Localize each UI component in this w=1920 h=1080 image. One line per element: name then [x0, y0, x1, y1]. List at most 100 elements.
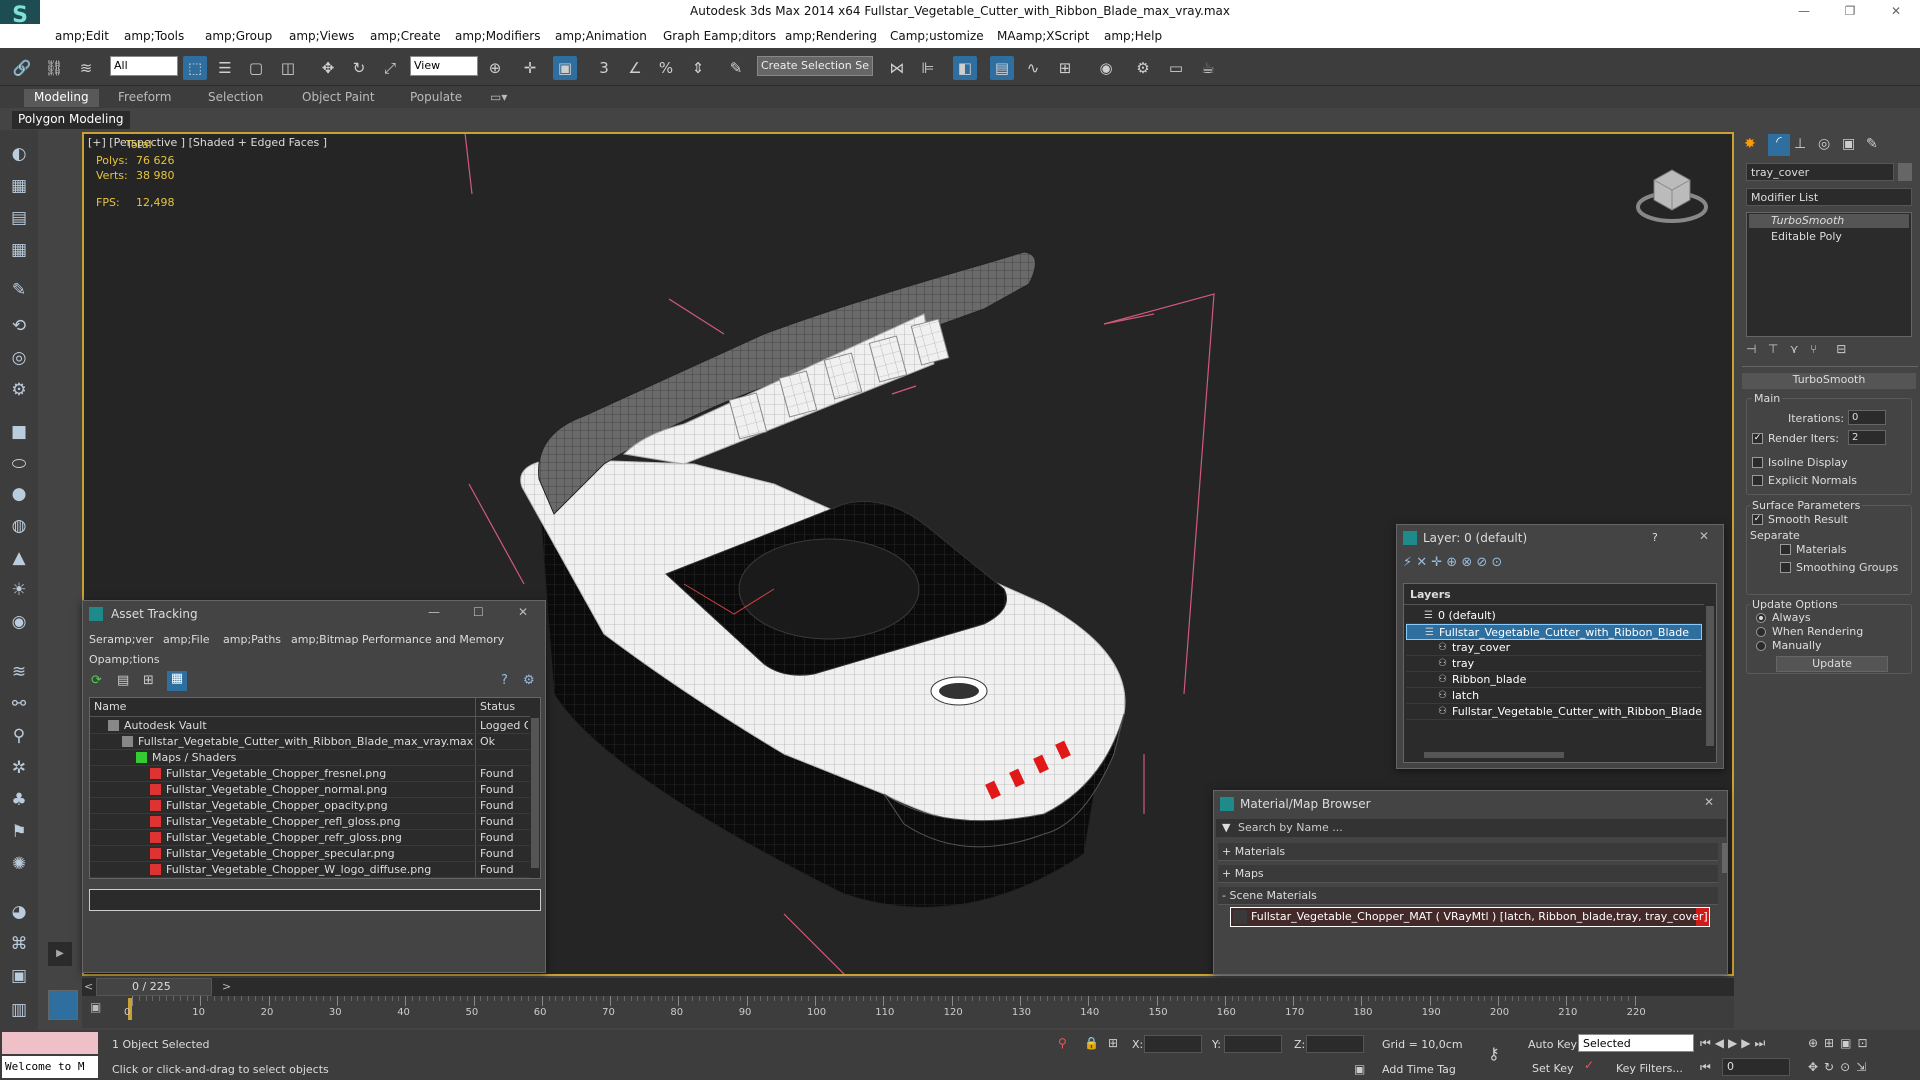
iterations-spinner[interactable]: 0	[1848, 410, 1886, 425]
modify-selection-icon[interactable]: ◐	[7, 142, 31, 166]
table-row[interactable]: Fullstar_Vegetable_Chopper_fresnel.png Fo…	[90, 766, 530, 782]
menu-rendering[interactable]: amp;Rendering	[785, 29, 877, 43]
layer-toolbar-icons[interactable]: ⚡ ✕ ✛ ⊕ ⊗ ⊘ ⊙	[1403, 555, 1603, 575]
table-row[interactable]: Fullstar_Vegetable_Chopper_opacity.png Fo…	[90, 798, 530, 814]
key-filters-button[interactable]: Key Filters...	[1616, 1062, 1683, 1075]
table-row[interactable]: Fullstar_Vegetable_Cutter_with_Ribbon_Bl…	[90, 734, 530, 750]
settings-icon[interactable]: ⚙	[523, 673, 535, 688]
welcome-field[interactable]: Welcome to M	[2, 1056, 98, 1078]
layer-help-icon[interactable]: ?	[1652, 531, 1658, 544]
set-key-icon[interactable]: ⚷	[1488, 1044, 1500, 1063]
table-row[interactable]: Fullstar_Vegetable_Chopper_refr_gloss.pn…	[90, 830, 530, 846]
window-crossing-icon[interactable]: ◫	[276, 56, 300, 80]
asset-menu-server[interactable]: Seramp;ver	[89, 633, 153, 646]
select-object-icon[interactable]: ⬚	[183, 56, 207, 80]
sun-icon[interactable]: ☀	[7, 578, 31, 602]
time-tag-icon[interactable]: ▣	[1354, 1062, 1365, 1076]
table-row[interactable]: Fullstar_Vegetable_Chopper_specular.png F…	[90, 846, 530, 862]
explicit-normals-checkbox[interactable]	[1752, 475, 1763, 486]
mirror-icon[interactable]: ⋈	[885, 56, 909, 80]
menu-create[interactable]: amp;Create	[370, 29, 441, 43]
named-selection-dropdown[interactable]: Create Selection Se	[757, 56, 873, 76]
table-row[interactable]: Fullstar_Vegetable_Chopper_normal.png Fou…	[90, 782, 530, 798]
menu-animation[interactable]: amp;Animation	[555, 29, 647, 43]
unlink-icon[interactable]: ⛓	[42, 56, 66, 80]
layer-row[interactable]: ⚇ tray_cover	[1406, 640, 1702, 656]
column-header-name[interactable]: Name	[94, 700, 126, 713]
menu-modifiers[interactable]: amp;Modifiers	[455, 29, 540, 43]
search-input[interactable]: Search by Name ...	[1238, 821, 1343, 834]
plant-icon[interactable]: ♣	[7, 788, 31, 812]
viewport-icon[interactable]: ▣	[7, 964, 31, 988]
layer-row[interactable]: ⚇ latch	[1406, 688, 1702, 704]
restore-icon[interactable]: ❐	[1840, 4, 1860, 18]
go-to-start-icon[interactable]: ⏮	[1700, 1060, 1711, 1075]
spinner-snap-icon[interactable]: ⇕	[686, 56, 710, 80]
select-by-name-icon[interactable]: ☰	[213, 56, 237, 80]
select-move-icon[interactable]: ✥	[316, 56, 340, 80]
grid-icon[interactable]: ▦	[7, 238, 31, 262]
object-name-field[interactable]: tray_cover	[1746, 163, 1894, 181]
tab-populate[interactable]: Populate	[400, 89, 472, 107]
loop-icon[interactable]: ⟲	[7, 314, 31, 338]
percent-snap-icon[interactable]: %	[654, 56, 678, 80]
menu-group[interactable]: amp;Group	[205, 29, 272, 43]
modify-tab-icon[interactable]: ◜	[1768, 134, 1790, 156]
maxscript-listener-mini[interactable]	[2, 1032, 98, 1054]
stack-tools-icons[interactable]: ⊣ ⊤ ⋎ ⑂ ⊟	[1746, 342, 1912, 362]
select-scale-icon[interactable]: ⤢	[378, 56, 402, 80]
smooth-result-checkbox[interactable]: ✓	[1752, 514, 1763, 525]
biped-icon[interactable]: ⚲	[7, 724, 31, 748]
current-frame-field[interactable]: 0	[1722, 1058, 1790, 1076]
select-rotate-icon[interactable]: ↻	[347, 56, 371, 80]
update-always-radio[interactable]	[1756, 613, 1766, 623]
y-coordinate-field[interactable]	[1224, 1035, 1282, 1053]
set-key-button[interactable]: Set Key	[1532, 1062, 1574, 1075]
curve-editor-icon[interactable]: ∿	[1021, 56, 1045, 80]
expand-arrow-icon[interactable]: ▶	[48, 942, 72, 966]
render-sphere-icon[interactable]: ◕	[7, 900, 31, 924]
align-icon[interactable]: ⊫	[916, 56, 940, 80]
gear-icon[interactable]: ✲	[7, 756, 31, 780]
modifier-list-dropdown[interactable]: Modifier List	[1746, 188, 1912, 206]
render-setup-icon[interactable]: ⚙	[1131, 56, 1155, 80]
object-color-swatch[interactable]	[1898, 163, 1912, 181]
column-header-status[interactable]: Status	[480, 700, 515, 713]
geometry-icon[interactable]: ▦	[7, 174, 31, 198]
absolute-mode-icon[interactable]: ⊞	[1108, 1036, 1118, 1050]
cylinder-icon[interactable]: ⬭	[7, 452, 31, 476]
asset-menu-bitmap[interactable]: amp;Bitmap Performance and Memory	[291, 633, 504, 646]
time-slider-track[interactable]: < 0 / 225 >	[82, 978, 1734, 996]
key-filter-icon[interactable]: ✓	[1584, 1058, 1594, 1072]
asset-scrollbar[interactable]	[531, 718, 539, 868]
time-slider-next-icon[interactable]: >	[222, 980, 231, 993]
update-button[interactable]: Update	[1776, 656, 1888, 672]
track-bar[interactable]: ▣ 0 10 20 30 40 50 60 70 80 90 100 110 120 130 140 150 1…	[82, 996, 1734, 1028]
material-scrollbar[interactable]	[1722, 843, 1728, 873]
update-when-rendering-radio[interactable]	[1756, 627, 1766, 637]
rendered-frame-window-icon[interactable]: ▭	[1164, 56, 1188, 80]
create-tab-icon[interactable]: ✸	[1744, 136, 1756, 152]
keyboard-shortcut-override-icon[interactable]: ▣	[553, 56, 577, 80]
menu-graph-editors[interactable]: Graph Eamp;ditors	[663, 29, 776, 43]
help-icon[interactable]: ?	[501, 673, 508, 688]
list-view-icon[interactable]: ▤	[117, 673, 129, 688]
paint-icon[interactable]: ✎	[7, 278, 31, 302]
stack-item-turbosmooth[interactable]: TurboSmooth	[1749, 214, 1909, 228]
subdivision-icon[interactable]: ⚙	[7, 378, 31, 402]
close-icon[interactable]: ✕	[1886, 4, 1906, 18]
menu-edit[interactable]: amp;Edit	[55, 29, 109, 43]
update-manually-radio[interactable]	[1756, 641, 1766, 651]
link-icon[interactable]: 🔗	[10, 56, 34, 80]
tab-object-paint[interactable]: Object Paint	[292, 89, 385, 107]
material-editor-icon[interactable]: ◉	[1094, 56, 1118, 80]
maximize-icon[interactable]: ☐	[473, 605, 484, 619]
refresh-icon[interactable]: ⟳	[91, 673, 102, 688]
table-row[interactable]: Autodesk Vault Logged O	[90, 718, 530, 734]
graphite-toggle-icon[interactable]: ▤	[990, 56, 1014, 80]
scene-material-item[interactable]: Fullstar_Vegetable_Chopper_MAT ( VRayMtl…	[1230, 907, 1710, 927]
isolate-icon[interactable]: ⚲	[1058, 1036, 1067, 1050]
menu-customize[interactable]: Camp;ustomize	[890, 29, 984, 43]
group-scene-materials[interactable]: - Scene Materials	[1218, 887, 1718, 905]
menu-tools[interactable]: amp;Tools	[124, 29, 184, 43]
